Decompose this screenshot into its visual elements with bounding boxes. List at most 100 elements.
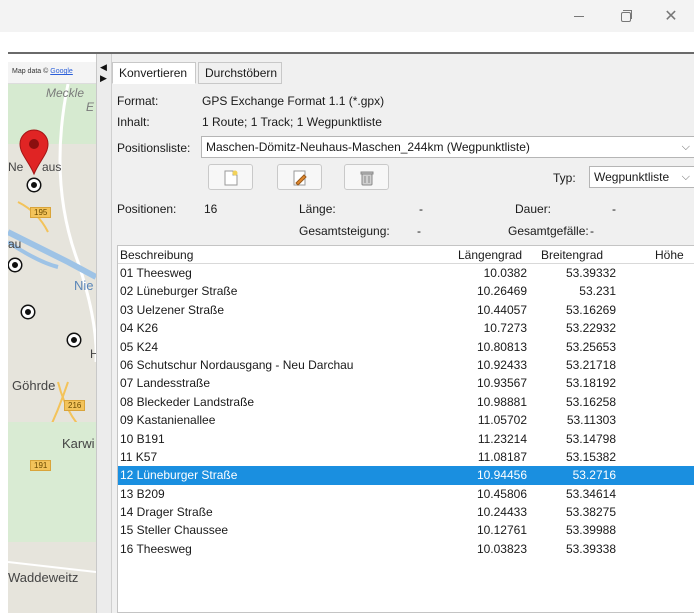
positions-value: 16 xyxy=(204,202,218,216)
table-row[interactable]: 05 K24 10.80813 53.25653 xyxy=(118,338,694,356)
content-value: 1 Route; 1 Track; 1 Wegpunktliste xyxy=(202,115,382,129)
cell-longitude: 10.93567 xyxy=(476,376,527,391)
cell-longitude: 11.08187 xyxy=(477,449,527,464)
map-attribution-bar: Map data © Google xyxy=(8,62,96,84)
cell-description: 07 Landesstraße xyxy=(120,376,211,391)
cell-latitude: 53.25653 xyxy=(565,339,616,354)
cell-longitude: 10.24433 xyxy=(476,505,527,520)
cell-description: 15 Steller Chaussee xyxy=(120,523,229,538)
table-row[interactable]: 03 Uelzener Straße 10.44057 53.16269 xyxy=(118,301,694,319)
type-select[interactable]: Wegpunktliste ⌵ xyxy=(589,166,694,188)
map-pin-icon[interactable] xyxy=(18,128,50,176)
cell-latitude: 53.2716 xyxy=(572,468,616,483)
cell-description: 02 Lüneburger Straße xyxy=(120,284,238,299)
chevron-down-icon: ⌵ xyxy=(681,141,690,153)
map-label-nie: Nie xyxy=(74,278,94,293)
table-row[interactable]: 16 Theesweg 10.03823 53.39338 xyxy=(118,540,694,558)
cell-longitude: 10.92433 xyxy=(476,357,527,372)
column-header-elevation[interactable]: Höhe xyxy=(655,246,684,264)
cell-longitude: 10.12761 xyxy=(476,523,527,538)
length-value: - xyxy=(419,202,423,216)
new-list-button[interactable] xyxy=(208,164,253,190)
cell-latitude: 53.18192 xyxy=(565,376,616,391)
cell-latitude: 53.16269 xyxy=(565,302,616,317)
cell-description: 01 Theesweg xyxy=(120,266,192,280)
maximize-button[interactable] xyxy=(602,0,648,32)
cell-latitude: 53.34614 xyxy=(565,486,616,501)
cell-longitude: 10.44057 xyxy=(476,302,527,317)
delete-list-button[interactable] xyxy=(344,164,389,190)
cell-longitude: 11.05702 xyxy=(477,413,527,428)
cell-description: 10 B191 xyxy=(120,431,165,446)
ascent-label: Gesamtsteigung: xyxy=(299,224,390,238)
map-view[interactable]: Map data © Google Meckle E Ne aus au Nie… xyxy=(8,62,96,613)
cell-latitude: 53.21718 xyxy=(565,357,616,372)
table-row[interactable]: 01 Theesweg 10.0382 53.39332 xyxy=(118,264,694,282)
table-row[interactable]: 13 B209 10.45806 53.34614 xyxy=(118,485,694,503)
column-header-latitude[interactable]: Breitengrad xyxy=(541,246,603,264)
waypoint-marker[interactable] xyxy=(28,179,40,191)
cell-description: 14 Drager Straße xyxy=(120,505,213,520)
cell-latitude: 53.39338 xyxy=(565,541,616,556)
table-row[interactable]: 11 K57 11.08187 53.15382 xyxy=(118,448,694,466)
cell-longitude: 10.94456 xyxy=(476,468,527,483)
cell-latitude: 53.231 xyxy=(579,284,616,299)
edit-list-button[interactable] xyxy=(277,164,322,190)
type-label: Typ: xyxy=(553,171,576,185)
table-row[interactable]: 04 K26 10.7273 53.22932 xyxy=(118,319,694,337)
cell-description: 08 Bleckeder Landstraße xyxy=(120,394,255,409)
cell-longitude: 10.26469 xyxy=(476,284,527,299)
waypoint-marker[interactable] xyxy=(68,334,80,346)
chevron-down-icon: ⌵ xyxy=(681,171,690,183)
map-label-gohrde: Göhrde xyxy=(12,378,56,393)
table-row[interactable]: 02 Lüneburger Straße 10.26469 53.231 xyxy=(118,282,694,300)
close-icon: ✕ xyxy=(664,8,678,25)
table-row[interactable]: 10 B191 11.23214 53.14798 xyxy=(118,430,694,448)
waypoint-marker[interactable] xyxy=(22,306,34,318)
positionslist-label: Positionsliste: xyxy=(117,141,191,155)
cell-latitude: 53.39332 xyxy=(565,266,616,280)
tab-durchstoebern[interactable]: Durchstöbern xyxy=(198,62,282,84)
table-row[interactable]: 15 Steller Chaussee 10.12761 53.39988 xyxy=(118,521,694,539)
cell-longitude: 10.03823 xyxy=(476,541,527,556)
collapse-left-icon[interactable]: ◀ xyxy=(100,63,107,72)
cell-latitude: 53.16258 xyxy=(565,394,616,409)
cell-longitude: 10.7273 xyxy=(483,321,527,336)
cell-longitude: 10.45806 xyxy=(476,486,527,501)
column-header-longitude[interactable]: Längengrad xyxy=(458,246,522,264)
type-selected-value: Wegpunktliste xyxy=(594,170,670,184)
tab-konvertieren[interactable]: Konvertieren xyxy=(112,62,196,84)
waypoint-marker[interactable] xyxy=(9,259,21,271)
window-titlebar: ✕ xyxy=(0,0,694,32)
format-value: GPS Exchange Format 1.1 (*.gpx) xyxy=(202,94,385,108)
positionslist-select[interactable]: Maschen-Dömitz-Neuhaus-Maschen_244km (We… xyxy=(201,136,694,158)
close-button[interactable]: ✕ xyxy=(648,0,694,32)
table-body: 01 Theesweg 10.0382 53.39332 02 Lüneburger … xyxy=(118,264,694,558)
cell-description: 05 K24 xyxy=(120,339,159,354)
minimize-button[interactable] xyxy=(556,0,602,32)
cell-longitude: 10.0382 xyxy=(483,266,527,280)
length-label: Länge: xyxy=(299,202,336,216)
panel-splitter[interactable]: ◀ ▶ xyxy=(96,54,111,613)
descent-value: - xyxy=(590,224,594,238)
duration-value: - xyxy=(612,202,616,216)
table-row[interactable]: 07 Landesstraße 10.93567 53.18192 xyxy=(118,374,694,392)
expand-right-icon[interactable]: ▶ xyxy=(100,74,107,83)
waypoint-table: Beschreibung Längengrad Breitengrad Höhe… xyxy=(117,245,694,613)
content-label: Inhalt: xyxy=(117,115,150,129)
cell-latitude: 53.38275 xyxy=(565,505,616,520)
table-row[interactable]: 09 Kastanienallee 11.05702 53.11303 xyxy=(118,411,694,429)
table-row[interactable]: 12 Lüneburger Straße 10.94456 53.2716 xyxy=(118,466,694,485)
positions-label: Positionen: xyxy=(117,202,177,216)
cell-description: 03 Uelzener Straße xyxy=(120,302,225,317)
road-badge-191: 191 xyxy=(30,460,52,471)
map-label-e: E xyxy=(86,100,95,114)
table-row[interactable]: 08 Bleckeder Landstraße 10.98881 53.16258 xyxy=(118,393,694,411)
table-row[interactable]: 06 Schutschur Nordausgang - Neu Darchau 1… xyxy=(118,356,694,374)
trash-icon xyxy=(360,171,374,186)
column-header-description[interactable]: Beschreibung xyxy=(120,246,193,264)
map-label-karwi: Karwi xyxy=(62,436,95,451)
attribution-google-link[interactable]: Google xyxy=(50,68,73,75)
edit-document-icon xyxy=(293,170,307,186)
table-row[interactable]: 14 Drager Straße 10.24433 53.38275 xyxy=(118,503,694,521)
